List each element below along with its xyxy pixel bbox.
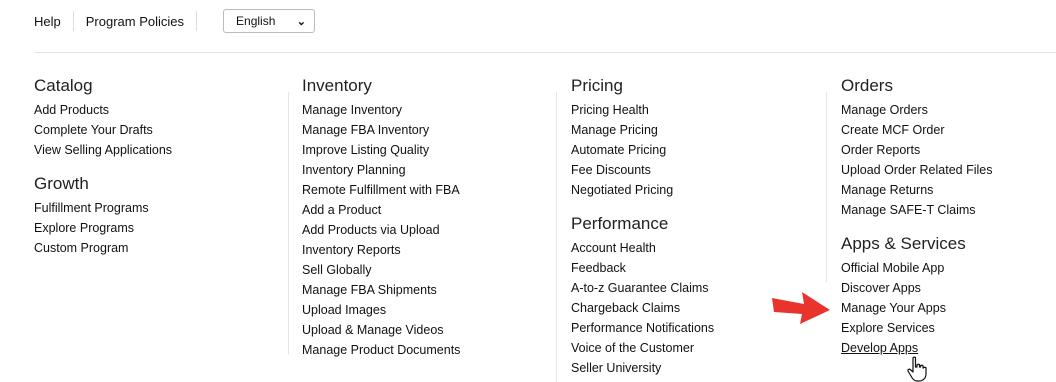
menu-item-negotiated-pricing[interactable]: Negotiated Pricing [571, 180, 821, 200]
section-heading-growth: Growth [34, 174, 89, 193]
menu-item-manage-orders[interactable]: Manage Orders [841, 100, 1056, 120]
column-inventory: Inventory Manage Inventory Manage FBA In… [288, 76, 552, 360]
menu-item-manage-safe-t-claims[interactable]: Manage SAFE-T Claims [841, 200, 1056, 220]
menu-item-manage-fba-inventory[interactable]: Manage FBA Inventory [302, 120, 552, 140]
menu-item-feedback[interactable]: Feedback [571, 258, 821, 278]
divider [72, 11, 74, 31]
menu-item-remote-fulfillment[interactable]: Remote Fulfillment with FBA [302, 180, 552, 200]
section-heading-pricing: Pricing [571, 76, 623, 95]
divider [34, 52, 1056, 53]
red-arrow-icon [772, 292, 830, 324]
menu-item-manage-returns[interactable]: Manage Returns [841, 180, 1056, 200]
menu-item-upload-order-files[interactable]: Upload Order Related Files [841, 160, 1056, 180]
menu-item-sell-globally[interactable]: Sell Globally [302, 260, 552, 280]
section-heading-catalog: Catalog [34, 76, 93, 95]
menu-item-add-products-upload[interactable]: Add Products via Upload [302, 220, 552, 240]
column-catalog: Catalog Add Products Complete Your Draft… [34, 76, 274, 258]
menu-item-develop-apps[interactable]: Develop Apps [841, 338, 1056, 358]
menu-item-seller-university[interactable]: Seller University [571, 358, 821, 378]
menu-item-manage-inventory[interactable]: Manage Inventory [302, 100, 552, 120]
language-select[interactable]: English ⌄ [223, 9, 316, 33]
menu-item-manage-fba-shipments[interactable]: Manage FBA Shipments [302, 280, 552, 300]
menu-item-create-mcf-order[interactable]: Create MCF Order [841, 120, 1056, 140]
menu-item-add-products[interactable]: Add Products [34, 100, 274, 120]
menu-item-order-reports[interactable]: Order Reports [841, 140, 1056, 160]
section-heading-inventory: Inventory [302, 76, 372, 95]
divider [196, 11, 198, 31]
menu-item-inventory-reports[interactable]: Inventory Reports [302, 240, 552, 260]
menu-item-view-selling-applications[interactable]: View Selling Applications [34, 140, 274, 160]
menu-item-manage-your-apps[interactable]: Manage Your Apps [841, 298, 1056, 318]
menu-item-official-mobile-app[interactable]: Official Mobile App [841, 258, 1056, 278]
menu-item-complete-drafts[interactable]: Complete Your Drafts [34, 120, 274, 140]
hand-pointer-icon [907, 356, 927, 382]
menu-item-automate-pricing[interactable]: Automate Pricing [571, 140, 821, 160]
menu-item-discover-apps[interactable]: Discover Apps [841, 278, 1056, 298]
menu-item-upload-images[interactable]: Upload Images [302, 300, 552, 320]
menu-item-add-a-product[interactable]: Add a Product [302, 200, 552, 220]
menu-item-manage-pricing[interactable]: Manage Pricing [571, 120, 821, 140]
section-heading-apps-services: Apps & Services [841, 234, 966, 253]
column-orders: Orders Manage Orders Create MCF Order Or… [826, 76, 1056, 358]
language-value: English [236, 14, 276, 28]
column-pricing: Pricing Pricing Health Manage Pricing Au… [556, 76, 821, 378]
chevron-down-icon: ⌄ [296, 15, 307, 28]
program-policies-link[interactable]: Program Policies [86, 14, 184, 29]
menu-item-explore-programs[interactable]: Explore Programs [34, 218, 274, 238]
menu-item-custom-program[interactable]: Custom Program [34, 238, 274, 258]
help-link[interactable]: Help [34, 14, 61, 29]
menu-item-fulfillment-programs[interactable]: Fulfillment Programs [34, 198, 274, 218]
menu-item-fee-discounts[interactable]: Fee Discounts [571, 160, 821, 180]
section-heading-performance: Performance [571, 214, 669, 233]
menu-item-improve-listing-quality[interactable]: Improve Listing Quality [302, 140, 552, 160]
seller-central-menu: Help Program Policies English ⌄ Catalog … [0, 0, 1056, 382]
menu-item-account-health[interactable]: Account Health [571, 238, 821, 258]
menu-item-pricing-health[interactable]: Pricing Health [571, 100, 821, 120]
menu-item-upload-manage-videos[interactable]: Upload & Manage Videos [302, 320, 552, 340]
menu-item-manage-product-documents[interactable]: Manage Product Documents [302, 340, 552, 360]
menu-item-voice-of-customer[interactable]: Voice of the Customer [571, 338, 821, 358]
section-heading-orders: Orders [841, 76, 893, 95]
menu-item-inventory-planning[interactable]: Inventory Planning [302, 160, 552, 180]
menu-item-explore-services[interactable]: Explore Services [841, 318, 1056, 338]
top-bar: Help Program Policies English ⌄ [34, 9, 316, 33]
